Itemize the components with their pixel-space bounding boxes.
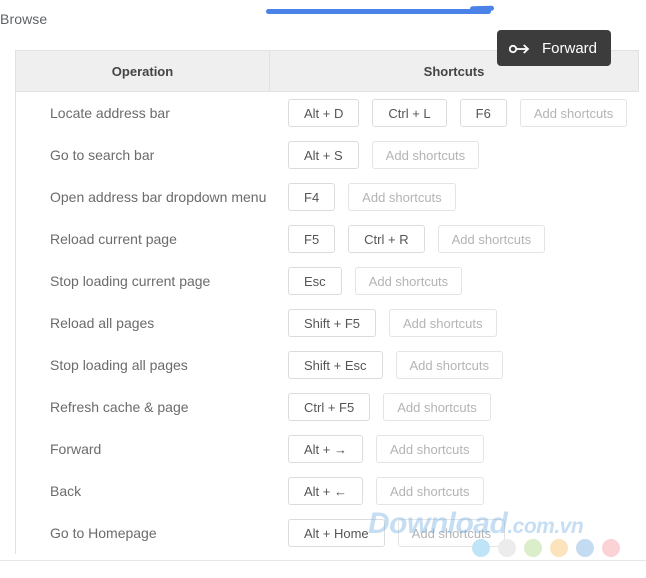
operation-label: Go to Homepage (50, 525, 157, 541)
shortcut-chip[interactable]: Alt + Home (288, 519, 385, 547)
shortcuts-cell: Alt + ← Add shortcuts (270, 477, 638, 505)
shortcut-chip[interactable]: Shift + F5 (288, 309, 376, 337)
add-shortcuts-button[interactable]: Add shortcuts (389, 309, 497, 337)
watermark-dot (550, 539, 568, 557)
watermark-dots (472, 539, 620, 557)
table-bottom-divider (0, 560, 646, 561)
operation-label: Go to search bar (50, 147, 155, 163)
shortcut-chip[interactable]: Alt + → (288, 435, 363, 463)
shortcuts-table: Operation Shortcuts Locate address bar Al… (15, 50, 639, 554)
operation-label: Reload all pages (50, 315, 155, 331)
table-row: Refresh cache & page Ctrl + F5 Add shortcu… (16, 386, 638, 428)
operation-label: Back (50, 483, 82, 499)
add-shortcuts-button[interactable]: Add shortcuts (395, 351, 503, 379)
page-title: Browse (0, 11, 48, 27)
add-shortcuts-button[interactable]: Add shortcuts (371, 141, 480, 169)
operation-label: Stop loading all pages (50, 357, 188, 373)
shortcut-chip[interactable]: Alt + ← (288, 477, 363, 505)
operation-label: Open address bar dropdown menu (50, 189, 267, 205)
operation-label: Forward (50, 441, 102, 457)
shortcuts-cell: Alt + D Ctrl + L F6 Add shortcuts (270, 99, 638, 127)
operation-label: Stop loading current page (50, 273, 211, 289)
shortcut-chip[interactable]: Alt + S (288, 141, 359, 169)
table-row: Reload current page F5 Ctrl + R Add shortcu… (16, 218, 638, 260)
key-arrow-icon (508, 42, 531, 54)
add-shortcuts-button[interactable]: Add shortcuts (376, 477, 484, 505)
accent-rule-tip (469, 5, 495, 12)
table-row: Stop loading current page Esc Add shortcut… (16, 260, 638, 302)
watermark-dot (524, 539, 542, 557)
accent-rule (266, 9, 491, 14)
shortcuts-cell: Shift + Esc Add shortcuts (270, 351, 638, 379)
shortcut-chip[interactable]: Shift + Esc (288, 351, 383, 379)
shortcut-chip[interactable]: F6 (459, 99, 507, 127)
watermark-dot (602, 539, 620, 557)
tooltip: Forward (497, 30, 612, 66)
add-shortcuts-button[interactable]: Add shortcuts (376, 435, 484, 463)
watermark-dot (498, 539, 516, 557)
column-header-operation: Operation (16, 51, 270, 91)
shortcuts-cell: F4 Add shortcuts (270, 183, 638, 211)
table-row: Forward Alt + → Add shortcuts (16, 428, 638, 470)
add-shortcuts-button[interactable]: Add shortcuts (519, 99, 628, 127)
shortcut-chip[interactable]: Ctrl + F5 (288, 393, 371, 421)
table-row: Go to search bar Alt + S Add shortcuts (16, 134, 638, 176)
shortcut-chip[interactable]: F4 (288, 183, 336, 211)
operation-label: Reload current page (50, 231, 177, 247)
shortcut-chip[interactable]: F5 (288, 225, 336, 253)
shortcuts-cell: Ctrl + F5 Add shortcuts (270, 393, 638, 421)
tooltip-label: Forward (542, 39, 598, 57)
watermark-dot (576, 539, 594, 557)
shortcuts-cell: Esc Add shortcuts (270, 267, 638, 295)
watermark-dot (472, 539, 490, 557)
shortcut-chip[interactable]: Ctrl + R (348, 225, 425, 253)
table-row: Open address bar dropdown menu F4 Add shor… (16, 176, 638, 218)
operation-label: Locate address bar (50, 105, 170, 121)
add-shortcuts-button[interactable]: Add shortcuts (437, 225, 546, 253)
table-row: Reload all pages Shift + F5 Add shortcuts (16, 302, 638, 344)
shortcut-chip[interactable]: Ctrl + L (372, 99, 447, 127)
table-row: Stop loading all pages Shift + Esc Add sho… (16, 344, 638, 386)
shortcuts-cell: Alt + S Add shortcuts (270, 141, 638, 169)
add-shortcuts-button[interactable]: Add shortcuts (348, 183, 456, 211)
shortcut-chip[interactable]: Esc (288, 267, 342, 295)
table-row: Back Alt + ← Add shortcuts (16, 470, 638, 512)
shortcuts-cell: Alt + → Add shortcuts (270, 435, 638, 463)
add-shortcuts-button[interactable]: Add shortcuts (354, 267, 463, 295)
add-shortcuts-button[interactable]: Add shortcuts (383, 393, 491, 421)
shortcuts-cell: Shift + F5 Add shortcuts (270, 309, 638, 337)
table-row: Locate address bar Alt + D Ctrl + L F6 Add s… (16, 92, 638, 134)
shortcut-chip[interactable]: Alt + D (288, 99, 360, 127)
shortcuts-cell: F5 Ctrl + R Add shortcuts (270, 225, 638, 253)
operation-label: Refresh cache & page (50, 399, 189, 415)
table-body: Locate address bar Alt + D Ctrl + L F6 Add s… (16, 92, 639, 554)
